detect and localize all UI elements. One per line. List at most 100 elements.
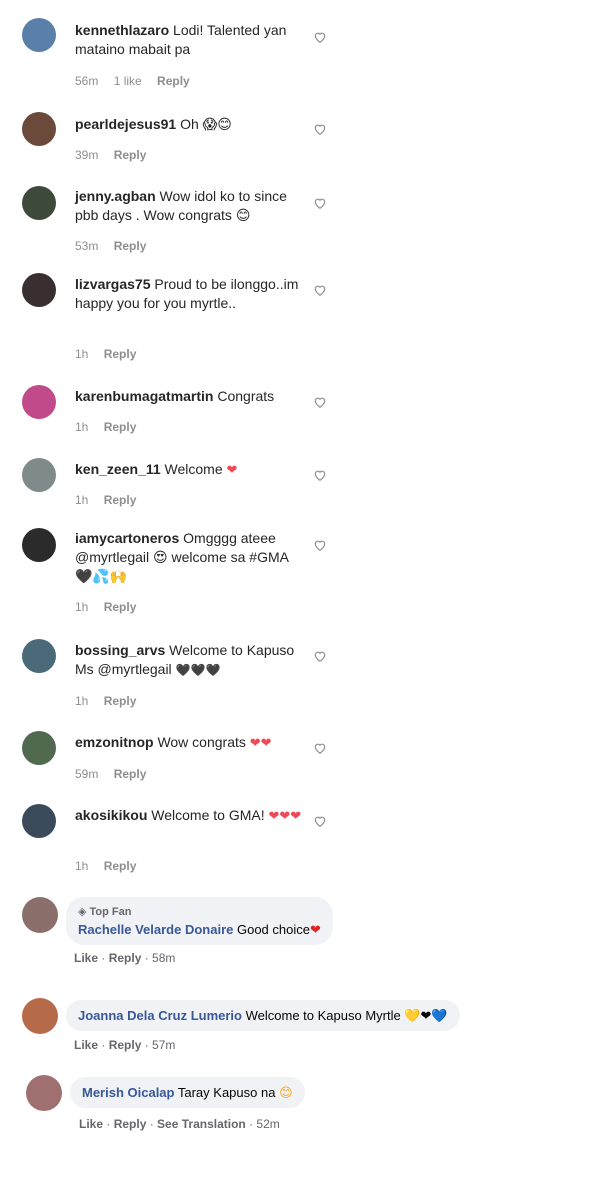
comment-username[interactable]: lizvargas75 (75, 276, 151, 292)
avatar[interactable] (22, 273, 56, 307)
comment-username[interactable]: pearldejesus91 (75, 116, 176, 132)
heart-emoji: ❤ (309, 922, 321, 937)
avatar[interactable] (22, 998, 58, 1034)
comment-username[interactable]: iamycartoneros (75, 530, 179, 546)
comment-time: 56m (75, 74, 99, 88)
avatar[interactable] (22, 528, 56, 562)
comment-bubble: Merish Oicalap Taray Kapuso na 😊 (70, 1077, 305, 1108)
like-link[interactable]: Like (74, 951, 98, 965)
comment-username[interactable]: karenbumagatmartin (75, 388, 213, 404)
smile-emoji: 😊 (279, 1085, 293, 1100)
reply-link[interactable]: Reply (104, 600, 137, 614)
comment-body: Oh 😱😊 (180, 116, 232, 132)
comment-time: 52m (256, 1117, 280, 1131)
comment-text: pearldejesus91 Oh 😱😊 (75, 115, 305, 134)
comment-username[interactable]: bossing_arvs (75, 642, 165, 658)
comment-time: 53m (75, 239, 99, 253)
see-translation-link[interactable]: See Translation (157, 1117, 246, 1131)
comment-time: 1h (75, 420, 89, 434)
comment-text: iamycartoneros Omgggg ateee @myrtlegail … (75, 529, 305, 586)
comment-body: Welcome to GMA! (151, 807, 265, 823)
reply-link[interactable]: Reply (104, 347, 137, 361)
reply-link[interactable]: Reply (104, 493, 137, 507)
comment-username[interactable]: ken_zeen_11 (75, 461, 161, 477)
reply-link[interactable]: Reply (104, 420, 137, 434)
reply-link[interactable]: Reply (114, 239, 147, 253)
comment-body: Welcome to Kapuso Myrtle (245, 1008, 401, 1023)
comment-meta: 56m 1 like Reply (75, 74, 202, 88)
comment-body: Good choice (236, 922, 310, 937)
comment-body: Congrats (217, 388, 275, 404)
like-link[interactable]: Like (79, 1117, 103, 1131)
comment-username[interactable]: kennethlazaro (75, 22, 169, 38)
heart-outline-icon[interactable] (313, 395, 327, 409)
comment-meta: 1h Reply (75, 859, 148, 873)
heart-outline-icon[interactable] (313, 649, 327, 663)
comment-text: emzonitnop Wow congrats ❤❤ (75, 733, 305, 752)
comment-username[interactable]: emzonitnop (75, 734, 154, 750)
avatar[interactable] (22, 385, 56, 419)
avatar[interactable] (22, 458, 56, 492)
comment-actions: Like · Reply · 58m (74, 951, 176, 965)
avatar[interactable] (22, 639, 56, 673)
reply-link[interactable]: Reply (109, 1038, 142, 1052)
comment-text: kennethlazaro Lodi! Talented yan mataino… (75, 21, 305, 59)
reply-link[interactable]: Reply (114, 1117, 147, 1131)
avatar[interactable] (22, 897, 58, 933)
comment-text: ken_zeen_11 Welcome ❤ (75, 460, 305, 479)
comment-time: 1h (75, 600, 89, 614)
comment-text: karenbumagatmartin Congrats (75, 387, 305, 406)
reply-link[interactable]: Reply (104, 859, 137, 873)
heart-emoji: ❤❤ (249, 735, 272, 750)
reply-link[interactable]: Reply (104, 694, 137, 708)
comment-text: jenny.agban Wow idol ko to since pbb day… (75, 187, 305, 225)
top-fan-badge-icon: ◈ (78, 906, 90, 918)
heart-outline-icon[interactable] (313, 30, 327, 44)
heart-outline-icon[interactable] (313, 741, 327, 755)
comment-likes[interactable]: 1 like (114, 74, 142, 88)
reply-link[interactable]: Reply (109, 951, 142, 965)
commenter-name[interactable]: Merish Oicalap (82, 1085, 174, 1100)
comment-actions: Like · Reply · See Translation · 52m (79, 1117, 280, 1131)
heart-outline-icon[interactable] (313, 196, 327, 210)
avatar[interactable] (22, 804, 56, 838)
comment-body: Wow congrats (157, 734, 246, 750)
comment-username[interactable]: akosikikou (75, 807, 147, 823)
heart-outline-icon[interactable] (313, 283, 327, 297)
comment-meta: 1h Reply (75, 347, 148, 361)
comment-body: Welcome (164, 461, 223, 477)
reply-link[interactable]: Reply (114, 148, 147, 162)
commenter-name[interactable]: Joanna Dela Cruz Lumerio (78, 1008, 242, 1023)
comment-actions: Like · Reply · 57m (74, 1038, 176, 1052)
comment-time: 59m (75, 767, 99, 781)
comment-bubble: ◈ Top Fan Rachelle Velarde Donaire Good … (66, 897, 333, 945)
like-link[interactable]: Like (74, 1038, 98, 1052)
heart-outline-icon[interactable] (313, 122, 327, 136)
avatar[interactable] (22, 186, 56, 220)
emoji-hearts: 💛❤💙 (404, 1008, 448, 1023)
heart-outline-icon[interactable] (313, 814, 327, 828)
comment-meta: 39m Reply (75, 148, 158, 162)
comment-time: 58m (152, 951, 176, 965)
avatar[interactable] (22, 731, 56, 765)
comment-meta: 1h Reply (75, 420, 148, 434)
avatar[interactable] (22, 112, 56, 146)
comment-username[interactable]: jenny.agban (75, 188, 156, 204)
heart-outline-icon[interactable] (313, 538, 327, 552)
comment-bubble: Joanna Dela Cruz Lumerio Welcome to Kapu… (66, 1000, 460, 1031)
comment-time: 57m (152, 1038, 176, 1052)
comment-time: 1h (75, 694, 89, 708)
reply-link[interactable]: Reply (157, 74, 190, 88)
avatar[interactable] (26, 1075, 62, 1111)
comment-time: 1h (75, 347, 89, 361)
comment-body: Taray Kapuso na (177, 1085, 276, 1100)
avatar[interactable] (22, 18, 56, 52)
comment-meta: 1h Reply (75, 600, 148, 614)
comment-time: 1h (75, 859, 89, 873)
commenter-name[interactable]: Rachelle Velarde Donaire (78, 922, 233, 937)
comment-meta: 53m Reply (75, 239, 158, 253)
comment-text: lizvargas75 Proud to be ilonggo..im happ… (75, 275, 305, 313)
comment-meta: 59m Reply (75, 767, 158, 781)
reply-link[interactable]: Reply (114, 767, 147, 781)
heart-outline-icon[interactable] (313, 468, 327, 482)
